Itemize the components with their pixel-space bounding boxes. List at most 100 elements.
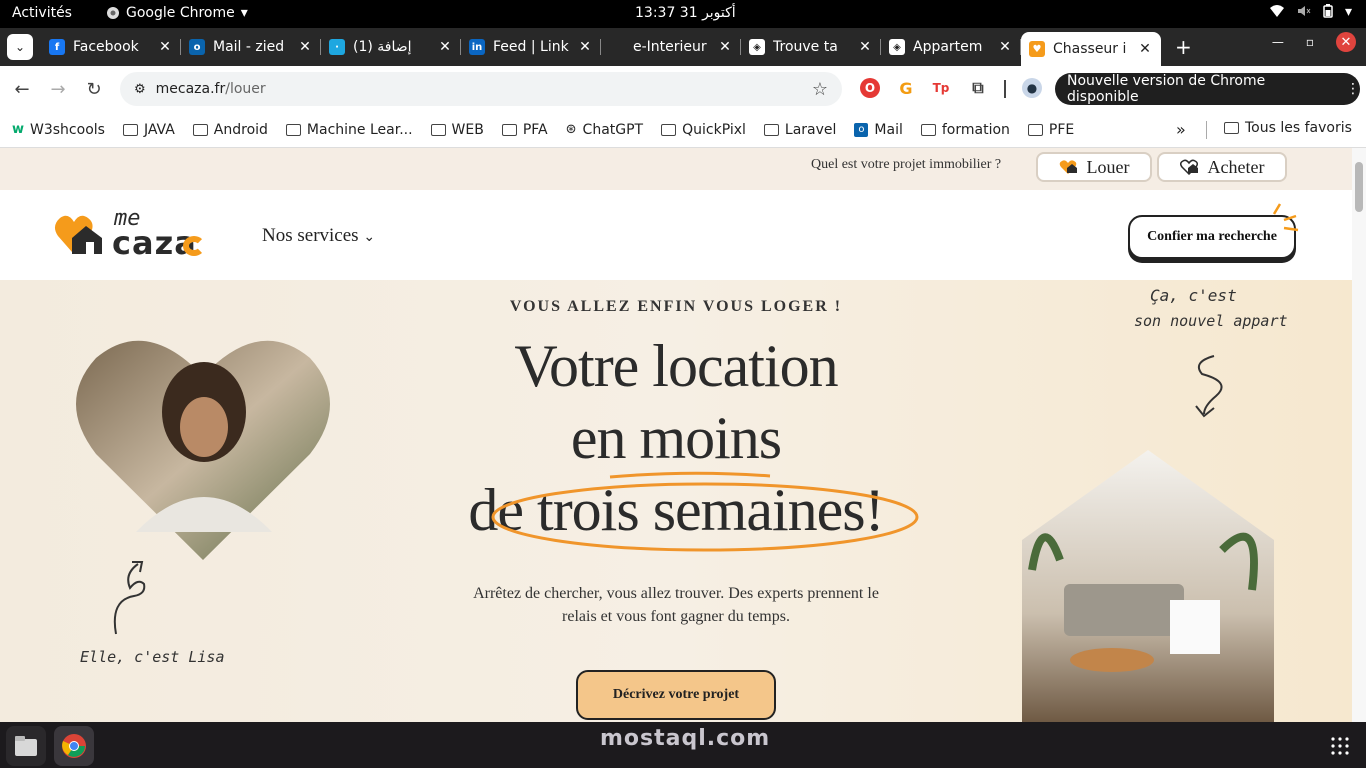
tab-6[interactable]: ◈ Trouve ta ✕ <box>741 31 881 63</box>
app-menu[interactable]: Google Chrome ▾ <box>106 5 248 21</box>
back-icon[interactable]: ← <box>4 79 40 100</box>
bookmark-label: JAVA <box>143 121 175 138</box>
bookmark-item[interactable]: o Mail <box>854 121 903 138</box>
hand-drawn-ellipse <box>491 471 919 552</box>
chevron-down-icon: ▾ <box>1344 4 1352 20</box>
close-tab-icon[interactable]: ✕ <box>717 39 733 55</box>
close-tab-icon[interactable]: ✕ <box>437 39 453 55</box>
note-apartment-line-2: son nouvel appart <box>1134 312 1288 330</box>
grammarly-extension-icon[interactable]: G <box>896 78 916 98</box>
chatgpt-icon: ⊛ <box>565 122 577 137</box>
bookmark-item[interactable]: w W3shcools <box>12 122 105 138</box>
louer-button[interactable]: Louer <box>1036 152 1152 182</box>
chrome-icon <box>62 734 86 758</box>
louer-label: Louer <box>1086 156 1130 177</box>
close-tab-icon[interactable]: ✕ <box>857 39 873 55</box>
tab-4[interactable]: in Feed | Link ✕ <box>461 31 601 63</box>
app-grid-icon[interactable] <box>1320 726 1360 766</box>
bookmark-item[interactable]: QuickPixl <box>661 122 746 138</box>
folder-icon <box>501 123 517 136</box>
system-tray[interactable]: ▾ <box>1269 4 1352 20</box>
tab-list: f Facebook ✕ o Mail - zied ✕ · (1) إضافة ✕ in Feed… <box>41 28 1161 66</box>
all-bookmarks-button[interactable]: Tous les favoris <box>1224 120 1352 136</box>
bookmark-item[interactable]: PFE <box>1027 122 1074 138</box>
folder-icon <box>430 123 446 136</box>
files-app-icon[interactable] <box>6 726 46 766</box>
folder-icon <box>122 123 138 136</box>
folder-icon <box>192 123 208 136</box>
close-tab-icon[interactable]: ✕ <box>1137 41 1153 57</box>
activities-button[interactable]: Activités <box>12 5 72 21</box>
tab-8[interactable]: ♥ Chasseur i ✕ <box>1021 32 1161 66</box>
grid-icon <box>1331 737 1349 755</box>
forward-icon[interactable]: → <box>40 79 76 100</box>
opera-extension-icon[interactable]: O <box>860 78 880 98</box>
mecaza-logo[interactable]: me caza <box>54 206 214 262</box>
heart-house-icon <box>1059 160 1077 174</box>
address-bar[interactable]: ⚙ mecaza.fr/louer ☆ <box>120 72 842 106</box>
heart-house-icon <box>1179 159 1198 175</box>
chrome-update-button[interactable]: Nouvelle version de Chrome disponible ⋮ <box>1055 73 1360 105</box>
extensions-puzzle-icon[interactable]: ⧉ <box>968 78 988 98</box>
update-label: Nouvelle version de Chrome disponible <box>1067 73 1266 105</box>
bookmark-item[interactable]: Machine Lear... <box>285 122 413 138</box>
site-header: me caza Nos services ⌄ Confier ma recher… <box>0 190 1352 280</box>
tab-1[interactable]: f Facebook ✕ <box>41 31 181 63</box>
logo-a-accent <box>183 236 205 256</box>
bookmark-item[interactable]: Android <box>192 122 268 138</box>
cta-label: Décrivez votre projet <box>612 687 740 702</box>
bookmark-label: WEB <box>451 121 484 138</box>
tab-2[interactable]: o Mail - zied ✕ <box>181 31 321 63</box>
bookmark-item[interactable]: ⊛ ChatGPT <box>566 122 643 138</box>
window-controls: — ▫ ✕ <box>1272 32 1356 52</box>
bookmark-item[interactable]: JAVA <box>122 121 175 138</box>
maximize-icon[interactable]: ▫ <box>1306 35 1314 49</box>
files-icon <box>15 736 37 756</box>
tab-favicon-icon <box>609 39 625 55</box>
site-info-icon[interactable]: ⚙ <box>134 82 146 97</box>
reload-icon[interactable]: ↻ <box>76 79 112 100</box>
bookmark-item[interactable]: formation <box>920 121 1010 138</box>
decrivez-projet-button[interactable]: Décrivez votre projet <box>576 670 776 720</box>
tab-title: Mail - zied <box>213 39 285 55</box>
tab-search-button[interactable]: ⌄ <box>7 34 33 60</box>
clock[interactable]: 13:37 31 أكتوبر <box>635 5 736 21</box>
bookmark-label: formation <box>941 121 1010 138</box>
tab-title: Feed | Link <box>493 39 569 55</box>
bookmarks-more-button[interactable]: » <box>1176 120 1186 139</box>
chrome-app-icon[interactable] <box>54 726 94 766</box>
battery-icon <box>1323 4 1333 18</box>
bookmark-label: Mail <box>874 121 903 138</box>
bookmark-star-icon[interactable]: ☆ <box>812 79 828 100</box>
tab-5[interactable]: e-Interieur ✕ <box>601 31 741 63</box>
new-tab-button[interactable]: + <box>1175 35 1192 59</box>
close-tab-icon[interactable]: ✕ <box>997 39 1013 55</box>
bookmark-item[interactable]: PFA <box>501 122 548 138</box>
tab-title: Facebook <box>73 39 139 55</box>
tab-7[interactable]: ◈ Appartem ✕ <box>881 31 1021 63</box>
bookmark-item[interactable]: Laravel <box>763 121 837 138</box>
services-menu[interactable]: Nos services ⌄ <box>262 225 375 247</box>
profile-avatar[interactable]: ● <box>1022 78 1042 98</box>
close-tab-icon[interactable]: ✕ <box>577 39 593 55</box>
close-tab-icon[interactable]: ✕ <box>157 39 173 55</box>
bookmark-item[interactable]: WEB <box>430 121 484 138</box>
close-tab-icon[interactable]: ✕ <box>297 39 313 55</box>
folder-icon <box>1027 123 1043 136</box>
bookmark-label: Laravel <box>784 121 837 138</box>
tab-title: Appartem <box>913 39 983 55</box>
hero-section: VOUS ALLEZ ENFIN VOUS LOGER ! Votre loca… <box>0 280 1352 722</box>
minimize-icon[interactable]: — <box>1272 35 1284 49</box>
page-scrollbar[interactable] <box>1352 148 1366 722</box>
scrollbar-thumb[interactable] <box>1355 162 1363 212</box>
chevron-down-icon: ⌄ <box>14 40 26 54</box>
tp-extension-icon[interactable]: Tp <box>931 78 951 98</box>
close-window-button[interactable]: ✕ <box>1336 32 1356 52</box>
more-vert-icon: ⋮ <box>1346 81 1360 97</box>
tab-3[interactable]: · (1) إضافة ✕ <box>321 31 461 63</box>
bookmark-list: w W3shcools JAVA Android Machine Lear... WEB P… <box>12 122 1074 138</box>
acheter-button[interactable]: Acheter <box>1157 152 1287 182</box>
folder-icon <box>661 123 677 136</box>
folder-icon <box>285 123 301 136</box>
house-shape-photo <box>1022 450 1274 722</box>
